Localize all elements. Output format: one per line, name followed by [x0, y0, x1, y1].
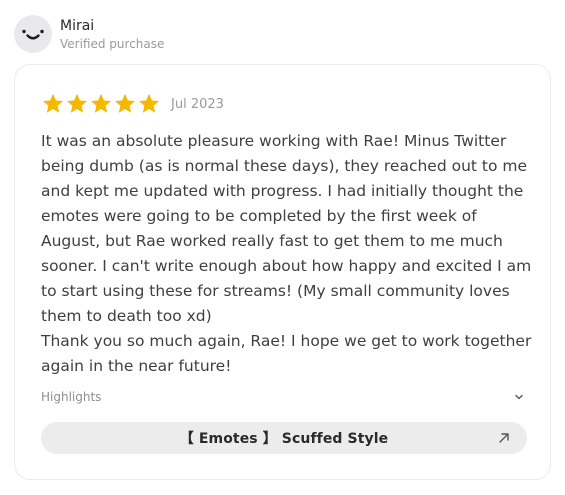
star-icon [43, 93, 63, 113]
star-icon [91, 93, 111, 113]
highlights-toggle[interactable]: Highlights [41, 387, 525, 407]
chevron-down-icon [515, 394, 523, 400]
reviewer-info: Mirai Verified purchase [60, 17, 164, 52]
star-icon [115, 93, 135, 113]
star-icon [139, 93, 159, 113]
reviewer-name[interactable]: Mirai [60, 17, 164, 35]
review-text: It was an absolute pleasure working with… [41, 129, 533, 379]
review-card: Jul 2023 It was an absolute pleasure wor… [14, 64, 551, 480]
review-paragraph: It was an absolute pleasure working with… [41, 132, 532, 325]
arrow-up-right-icon [499, 433, 509, 443]
review-date: Jul 2023 [171, 96, 224, 112]
star-icon [67, 93, 87, 113]
review-paragraph: Thank you so much again, Rae! I hope we … [41, 332, 532, 375]
star-rating [41, 92, 161, 116]
highlights-label: Highlights [41, 390, 102, 404]
verified-purchase-label: Verified purchase [60, 36, 165, 51]
reviewer-header: Mirai Verified purchase [14, 14, 164, 54]
product-name: 【 Emotes 】 Scuffed Style [179, 431, 389, 447]
avatar[interactable] [14, 15, 52, 53]
rating-row: Jul 2023 [41, 92, 224, 116]
product-link-button[interactable]: 【 Emotes 】 Scuffed Style [41, 422, 527, 454]
smiley-face-icon [22, 29, 44, 40]
